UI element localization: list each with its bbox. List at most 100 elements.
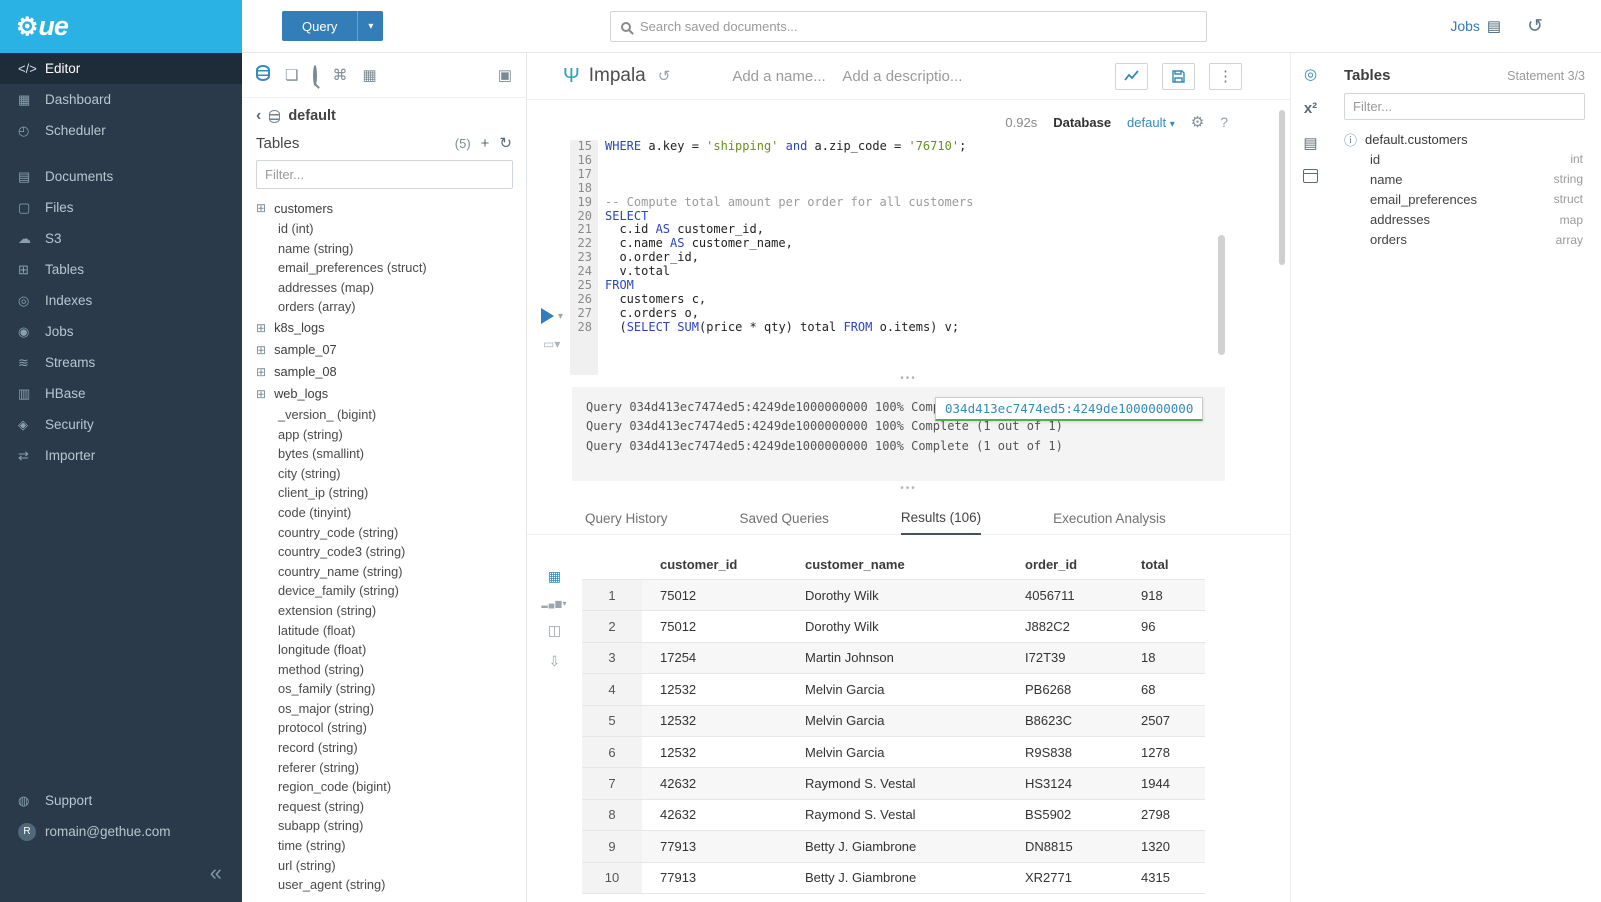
more-options-button[interactable]: ⋮	[1209, 63, 1242, 90]
schema-column-row[interactable]: addressesmap	[1344, 210, 1585, 230]
column-item[interactable]: request (string)	[242, 797, 526, 817]
column-item[interactable]: method (string)	[242, 660, 526, 680]
table-row[interactable]: 512532Melvin GarciaB8623C2507	[582, 706, 1205, 737]
sidebar-item-editor[interactable]: </>Editor	[0, 53, 242, 84]
language-reference-icon[interactable]: ▤	[1303, 134, 1317, 152]
tab-query-history[interactable]: Query History	[585, 511, 668, 534]
back-chevron-icon[interactable]: ‹	[256, 107, 261, 125]
tab-saved-queries[interactable]: Saved Queries	[740, 511, 829, 534]
table-row[interactable]: 175012Dorothy Wilk4056711918	[582, 580, 1205, 611]
chart-view-icon[interactable]: ▂▄▆▾	[542, 599, 568, 608]
query-description-input[interactable]	[842, 68, 972, 85]
column-item[interactable]: os_major (string)	[242, 699, 526, 719]
column-item[interactable]: time (string)	[242, 836, 526, 856]
run-query-button[interactable]: ▾	[541, 308, 563, 324]
column-item[interactable]: region_code (bigint)	[242, 777, 526, 797]
apps-grid-icon[interactable]: ▦	[362, 66, 376, 84]
new-query-button[interactable]: Query ▾	[282, 11, 383, 41]
column-item[interactable]: bytes (smallint)	[242, 444, 526, 464]
assistant-icon[interactable]: ◎	[1304, 65, 1317, 83]
query-history-icon[interactable]: ↺	[658, 67, 671, 85]
database-breadcrumb-name[interactable]: default	[288, 108, 336, 124]
table-row[interactable]: 1077913Betty J. GiambroneXR27714315	[582, 863, 1205, 894]
columns-view-icon[interactable]: ◫	[548, 622, 561, 639]
column-item[interactable]: device_family (string)	[242, 581, 526, 601]
tab-results-106[interactable]: Results (106)	[901, 510, 981, 535]
sidebar-item-files[interactable]: ▢Files	[0, 192, 242, 223]
sidebar-item-indexes[interactable]: ◎Indexes	[0, 285, 242, 316]
table-item[interactable]: ⊞sample_08	[242, 361, 526, 383]
sidebar-item-dashboard[interactable]: ▦Dashboard	[0, 84, 242, 115]
column-item[interactable]: id (int)	[242, 219, 526, 239]
column-item[interactable]: addresses (map)	[242, 278, 526, 298]
column-item[interactable]: extension (string)	[242, 601, 526, 621]
column-item[interactable]: record (string)	[242, 738, 526, 758]
query-id-popup[interactable]: 034d413ec7474ed5:4249de1000000000	[935, 397, 1203, 421]
jobs-link[interactable]: Jobs▤	[1450, 17, 1501, 35]
settings-gear-icon[interactable]: ⚙	[1191, 113, 1204, 131]
statement-scope-icon[interactable]: ▭▾	[543, 337, 560, 351]
column-item[interactable]: user_agent (string)	[242, 875, 526, 895]
schema-column-row[interactable]: ordersarray	[1344, 230, 1585, 250]
save-button[interactable]	[1162, 63, 1195, 90]
table-item[interactable]: ⊞sample_07	[242, 339, 526, 361]
table-item[interactable]: ⊞customers	[242, 197, 526, 219]
editor-scrollbar[interactable]	[1218, 235, 1225, 355]
functions-icon[interactable]: x²	[1304, 100, 1317, 117]
table-item[interactable]: ⊞web_logs	[242, 383, 526, 405]
editor-code[interactable]: WHERE a.key = 'shipping' and a.zip_code …	[605, 140, 1290, 375]
table-filter-input[interactable]	[256, 160, 513, 189]
download-icon[interactable]: ⇩	[549, 653, 561, 670]
column-item[interactable]: country_name (string)	[242, 562, 526, 582]
sidebar-item-documents[interactable]: ▤Documents	[0, 161, 242, 192]
sql-editor[interactable]: 15 16 17 18 19 20 21 22 23 24 25 26 27 2…	[527, 137, 1290, 375]
column-item[interactable]: latitude (float)	[242, 621, 526, 641]
table-row[interactable]: 317254Martin JohnsonI72T3918	[582, 643, 1205, 674]
query-dropdown-caret-icon[interactable]: ▾	[357, 11, 383, 41]
table-row[interactable]: 742632Raymond S. VestalHS31241944	[582, 768, 1205, 799]
schema-column-row[interactable]: email_preferencesstruct	[1344, 189, 1585, 209]
table-row[interactable]: 842632Raymond S. VestalBS59022798	[582, 800, 1205, 831]
column-item[interactable]: _version_ (bigint)	[242, 405, 526, 425]
column-item[interactable]: app (string)	[242, 425, 526, 445]
column-item[interactable]: referer (string)	[242, 758, 526, 778]
sidebar-item-hbase[interactable]: ▥HBase	[0, 378, 242, 409]
column-item[interactable]: country_code3 (string)	[242, 542, 526, 562]
grid-view-icon[interactable]: ▦	[548, 568, 561, 585]
table-item[interactable]: ⊞k8s_logs	[242, 317, 526, 339]
table-row[interactable]: 977913Betty J. GiambroneDN88151320	[582, 831, 1205, 862]
column-item[interactable]: longitude (float)	[242, 640, 526, 660]
column-item[interactable]: subapp (string)	[242, 816, 526, 836]
table-row[interactable]: 612532Melvin GarciaR9S8381278	[582, 737, 1205, 768]
sidebar-item-tables[interactable]: ⊞Tables	[0, 254, 242, 285]
column-item[interactable]: email_preferences (struct)	[242, 258, 526, 278]
column-item[interactable]: os_family (string)	[242, 679, 526, 699]
resize-handle[interactable]: •••	[527, 375, 1290, 385]
sidebar-item-streams[interactable]: ≋Streams	[0, 347, 242, 378]
hue-logo[interactable]: ⚙ue	[0, 0, 242, 53]
sidebar-item-security[interactable]: ◈Security	[0, 409, 242, 440]
sitemap-icon[interactable]: ⌘	[332, 66, 347, 84]
schedule-calendar-icon[interactable]	[1303, 169, 1318, 183]
search-plus-icon[interactable]	[313, 67, 317, 84]
sidebar-item-support[interactable]: ◍Support	[0, 785, 242, 816]
table-row[interactable]: 275012Dorothy WilkJ882C296	[582, 611, 1205, 642]
history-icon[interactable]: ↺	[1527, 15, 1543, 38]
sidebar-item-scheduler[interactable]: ◴Scheduler	[0, 115, 242, 146]
sidebar-item-s3[interactable]: ☁S3	[0, 223, 242, 254]
run-options-caret-icon[interactable]: ▾	[558, 311, 563, 322]
sidebar-item-jobs[interactable]: ◉Jobs	[0, 316, 242, 347]
sidebar-item-user[interactable]: Rromain@gethue.com	[0, 816, 242, 847]
refresh-tables-icon[interactable]: ↻	[499, 134, 512, 152]
column-item[interactable]: orders (array)	[242, 297, 526, 317]
right-panel-filter-input[interactable]	[1344, 93, 1585, 120]
add-table-icon[interactable]: +	[481, 135, 490, 152]
column-item[interactable]: name (string)	[242, 239, 526, 259]
column-item[interactable]: code (tinyint)	[242, 503, 526, 523]
active-table-row[interactable]: ⓘ default.customers	[1344, 130, 1585, 149]
resize-handle[interactable]: •••	[527, 485, 1290, 495]
column-item[interactable]: client_ip (string)	[242, 483, 526, 503]
tab-execution-analysis[interactable]: Execution Analysis	[1053, 511, 1166, 534]
collections-bag-icon[interactable]: ▣	[498, 66, 512, 84]
column-item[interactable]: url (string)	[242, 856, 526, 876]
